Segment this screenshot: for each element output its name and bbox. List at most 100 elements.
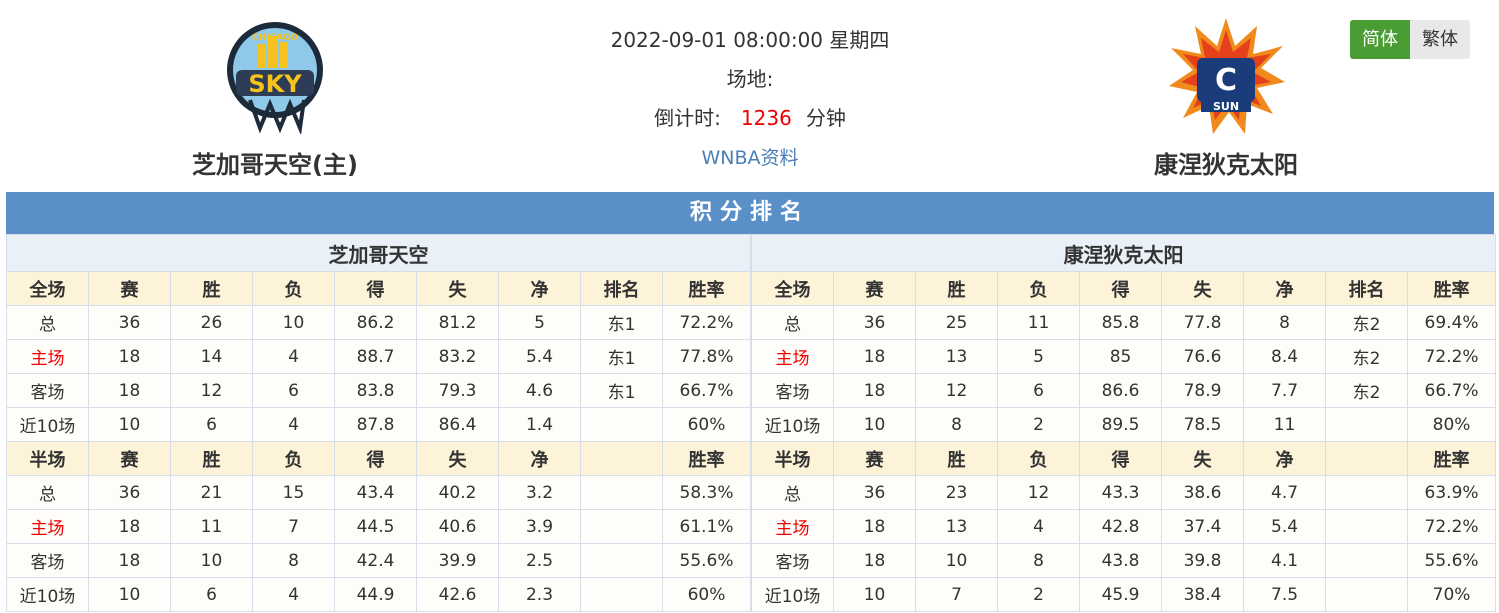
column-header: 胜: [915, 441, 999, 476]
row-label: 总: [6, 475, 89, 510]
table-cell: 12: [915, 373, 999, 408]
row-label: 主场: [6, 339, 89, 374]
column-header: 负: [252, 271, 335, 306]
table-row: 总 36 26 10 86.2 81.2 5 东1 72.2%: [6, 305, 752, 340]
column-header: 排名: [580, 271, 663, 306]
home-team-name[interactable]: 芝加哥天空(主): [150, 145, 400, 180]
table-cell: 89.5: [1079, 407, 1163, 442]
table-cell: [580, 509, 663, 544]
table-row: 主场 18 13 4 42.8 37.4 5.4 72.2%: [751, 509, 1497, 544]
away-team-name[interactable]: 康涅狄克太阳: [1101, 145, 1351, 180]
column-header: 排名: [1325, 271, 1409, 306]
table-cell: 66.7%: [1407, 373, 1497, 408]
table-cell: 8: [915, 407, 999, 442]
row-label: 总: [751, 305, 835, 340]
table-cell: 8: [1243, 305, 1327, 340]
row-label: 主场: [751, 509, 835, 544]
away-standings-table: 康涅狄克太阳 全场赛胜负得失净排名 胜率总 36 25 11 85.8 77.8 8 东2 69.…: [751, 234, 1497, 612]
table-cell: 东1: [580, 373, 663, 408]
wnba-info-link[interactable]: WNBA资料: [701, 147, 798, 169]
table-cell: 36: [833, 305, 917, 340]
column-header: [580, 441, 663, 476]
logo-main-text: SKY: [248, 70, 302, 98]
table-cell: 40.2: [416, 475, 499, 510]
table-cell: 11: [1243, 407, 1327, 442]
simplified-chinese-button[interactable]: 简体: [1350, 20, 1410, 59]
table-cell: 36: [833, 475, 917, 510]
table-cell: 5.4: [1243, 509, 1327, 544]
table-cell: 2: [997, 577, 1081, 612]
table-cell: 36: [88, 305, 171, 340]
table-cell: 66.7%: [661, 373, 752, 408]
row-label: 主场: [6, 509, 89, 544]
table-cell: 4: [252, 577, 335, 612]
table-row: 总 36 21 15 43.4 40.2 3.2 58.3%: [6, 475, 752, 510]
table-cell: 60%: [661, 407, 752, 442]
logo-main-text: C: [1215, 63, 1237, 98]
match-info: 2022-09-01 08:00:00 星期四 场地: 倒计时: 1236 分钟 W…: [560, 22, 940, 178]
table-row: 近10场 10 6 4 44.9 42.6 2.3 60%: [6, 577, 752, 612]
table-cell: 55.6%: [1407, 543, 1497, 578]
table-cell: 11: [170, 509, 253, 544]
table-cell: 13: [915, 509, 999, 544]
table-cell: 87.8: [334, 407, 417, 442]
table-cell: 43.4: [334, 475, 417, 510]
table-cell: 77.8%: [661, 339, 752, 374]
table-cell: 东2: [1325, 373, 1409, 408]
table-cell: [1325, 407, 1409, 442]
column-header: 得: [1079, 271, 1163, 306]
row-label: 客场: [751, 373, 835, 408]
table-cell: [580, 577, 663, 612]
table-cell: 10: [833, 407, 917, 442]
table-row: 近10场 10 6 4 87.8 86.4 1.4 60%: [6, 407, 752, 442]
table-cell: 4.6: [498, 373, 581, 408]
table-cell: 8: [997, 543, 1081, 578]
column-header: 胜率: [661, 441, 752, 476]
traditional-chinese-button[interactable]: 繁体: [1410, 20, 1470, 59]
column-header: 胜率: [1407, 441, 1497, 476]
table-cell: 4: [252, 407, 335, 442]
table-row: 主场 18 11 7 44.5 40.6 3.9 61.1%: [6, 509, 752, 544]
table-cell: [580, 475, 663, 510]
standings-panel: 积分排名 芝加哥天空 全场赛胜负得失净排名 胜率总 36 26 10 86.2 81.2 5 东…: [5, 192, 1497, 612]
table-cell: 3.9: [498, 509, 581, 544]
full-header-row: 全场赛胜负得失净排名 胜率: [751, 271, 1497, 306]
table-cell: 7: [915, 577, 999, 612]
table-cell: 13: [915, 339, 999, 374]
table-cell: 18: [833, 373, 917, 408]
column-header: 半场: [6, 441, 89, 476]
column-header: 全场: [751, 271, 835, 306]
row-label: 近10场: [751, 407, 835, 442]
table-cell: 43.3: [1079, 475, 1163, 510]
table-cell: [1325, 577, 1409, 612]
table-cell: 81.2: [416, 305, 499, 340]
table-cell: 86.4: [416, 407, 499, 442]
table-cell: 6: [252, 373, 335, 408]
standings-title: 积分排名: [6, 192, 1494, 234]
table-cell: 11: [997, 305, 1081, 340]
table-cell: 7.5: [1243, 577, 1327, 612]
table-cell: 10: [252, 305, 335, 340]
table-cell: 4.7: [1243, 475, 1327, 510]
table-cell: 6: [170, 407, 253, 442]
column-header: 失: [416, 441, 499, 476]
match-datetime: 2022-09-01 08:00:00 星期四: [610, 28, 890, 52]
table-cell: 44.5: [334, 509, 417, 544]
table-cell: 69.4%: [1407, 305, 1497, 340]
table-row: 近10场 10 8 2 89.5 78.5 11 80%: [751, 407, 1497, 442]
table-cell: 37.4: [1161, 509, 1245, 544]
table-cell: 东2: [1325, 339, 1409, 374]
table-cell: 15: [252, 475, 335, 510]
table-cell: 5.4: [498, 339, 581, 374]
table-cell: 5: [997, 339, 1081, 374]
table-cell: 2.3: [498, 577, 581, 612]
row-label: 主场: [751, 339, 835, 374]
table-cell: 79.3: [416, 373, 499, 408]
table-cell: 8.4: [1243, 339, 1327, 374]
table-cell: 40.6: [416, 509, 499, 544]
table-cell: 10: [833, 577, 917, 612]
table-cell: 78.9: [1161, 373, 1245, 408]
table-cell: 72.2%: [661, 305, 752, 340]
table-cell: 10: [170, 543, 253, 578]
table-cell: 18: [833, 509, 917, 544]
